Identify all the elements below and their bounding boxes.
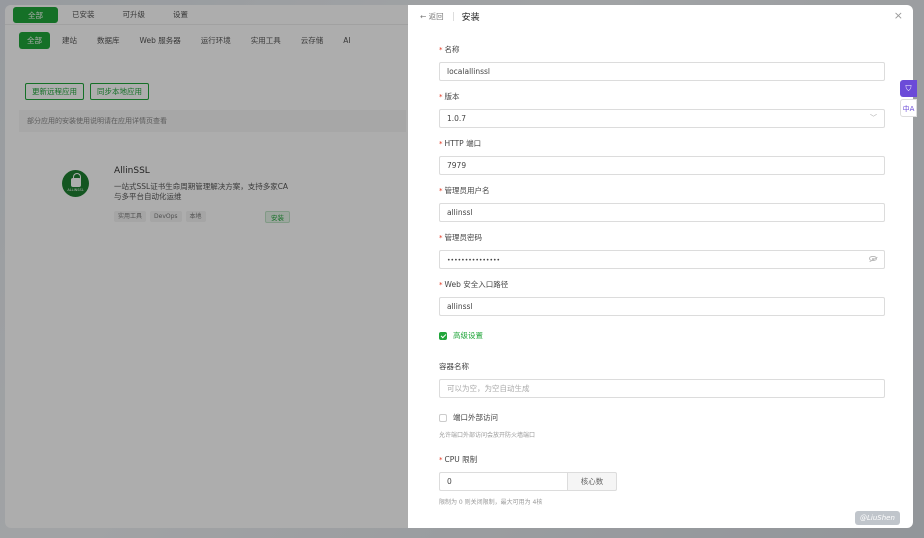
cpu-unit-label: 核心数 (567, 472, 617, 491)
eye-off-icon[interactable] (869, 256, 877, 261)
tab-settings[interactable]: 设置 (159, 7, 202, 23)
translate-icon[interactable]: 中A (900, 99, 917, 117)
http-port-input[interactable]: 7979 (439, 156, 885, 175)
notice-bar: 部分应用的安装使用说明请在应用详情页查看 (19, 110, 406, 132)
external-access-hint: 允许端口外部访问会放开防火墙端口 (439, 432, 536, 439)
logo-text: ALLINSSL (67, 188, 84, 192)
app-tags: 实用工具 DevOps 本地 (114, 211, 206, 222)
tag-devops: DevOps (150, 211, 182, 222)
category-web-server[interactable]: Web 服务器 (132, 32, 189, 49)
update-remote-apps-button[interactable]: 更新远程应用 (25, 83, 84, 100)
field-http-port: * HTTP 端口 7979 (439, 138, 886, 175)
container-name-input[interactable]: 可以为空，为空自动生成 (439, 379, 885, 398)
admin-password-label: 管理员密码 (444, 233, 483, 242)
app-card-allinssl[interactable]: ALLINSSL AllinSSL 一站式SSL证书生命周期管理解决方案，支持多… (45, 160, 315, 230)
install-form: * 名称 localallinssl * 版本 1.0.7 ﹀ * HTTP 端口 7… (408, 27, 913, 506)
install-drawer: ← 返回 安装 × * 名称 localallinssl * 版本 1.0.7 ﹀ … (408, 5, 913, 528)
external-access-toggle[interactable]: 端口外部访问 (439, 411, 886, 424)
sync-local-apps-button[interactable]: 同步本地应用 (90, 83, 149, 100)
version-label: 版本 (444, 92, 460, 101)
required-mark: * (439, 46, 443, 54)
shield-icon[interactable]: ⛉ (900, 80, 917, 97)
version-value: 1.0.7 (447, 114, 467, 123)
category-all[interactable]: 全部 (19, 31, 50, 49)
version-select[interactable]: 1.0.7 ﹀ (439, 109, 885, 128)
tab-upgradable[interactable]: 可升级 (109, 7, 160, 23)
advanced-settings-toggle[interactable]: 高级设置 (439, 329, 886, 342)
field-admin-password: * 管理员密码 ••••••••••••••• (439, 232, 886, 269)
tag-tools: 实用工具 (114, 211, 147, 222)
field-external-access: 端口外部访问 允许端口外部访问会放开防火墙端口 (439, 411, 886, 439)
http-port-label: HTTP 端口 (444, 139, 482, 148)
category-website[interactable]: 建站 (54, 32, 85, 49)
admin-password-input[interactable]: ••••••••••••••• (439, 250, 885, 269)
web-path-label: Web 安全入口路径 (444, 280, 509, 289)
required-mark: * (439, 93, 443, 101)
app-name: AllinSSL (114, 166, 150, 176)
cpu-limit-hint: 限制为 0 则关闭限制，最大可用为 4核 (439, 499, 543, 506)
cpu-limit-input[interactable]: 0 (439, 472, 567, 491)
app-description: 一站式SSL证书生命周期管理解决方案，支持多家CA与多平台自动化运维 (114, 182, 289, 201)
container-name-label: 容器名称 (439, 362, 469, 371)
category-ai[interactable]: AI (335, 32, 358, 49)
password-value: ••••••••••••••• (447, 257, 501, 264)
field-name: * 名称 localallinssl (439, 44, 886, 81)
external-access-label: 端口外部访问 (453, 413, 498, 422)
required-mark: * (439, 187, 443, 195)
field-admin-user: * 管理员用户名 allinssl (439, 185, 886, 222)
required-mark: * (439, 140, 443, 148)
install-button[interactable]: 安装 (265, 211, 290, 223)
drawer-title: 安装 (461, 12, 480, 23)
field-web-path: * Web 安全入口路径 allinssl (439, 279, 886, 316)
tab-all[interactable]: 全部 (13, 6, 58, 23)
drawer-header: ← 返回 安装 × (408, 5, 913, 27)
floating-toolbar: ⛉ 中A (900, 80, 917, 120)
external-access-checkbox[interactable] (439, 413, 447, 422)
top-tab-bar: 全部 已安装 可升级 设置 (5, 5, 420, 25)
category-database[interactable]: 数据库 (89, 32, 128, 49)
advanced-checkbox[interactable] (439, 331, 447, 340)
tag-local: 本地 (185, 211, 206, 222)
cpu-limit-label: CPU 限制 (444, 455, 478, 464)
chevron-down-icon: ﹀ (870, 114, 877, 122)
category-bar: 全部 建站 数据库 Web 服务器 运行环境 实用工具 云存储 AI (5, 25, 420, 55)
category-cloud-storage[interactable]: 云存储 (293, 32, 332, 49)
required-mark: * (439, 281, 443, 289)
tab-installed[interactable]: 已安装 (58, 7, 109, 23)
web-path-input[interactable]: allinssl (439, 297, 885, 316)
name-label: 名称 (444, 45, 460, 54)
close-icon[interactable]: × (894, 9, 903, 22)
category-runtime[interactable]: 运行环境 (193, 32, 239, 49)
name-input[interactable]: localallinssl (439, 62, 885, 81)
required-mark: * (439, 234, 443, 242)
field-cpu-limit: * CPU 限制 0 核心数 限制为 0 则关闭限制，最大可用为 4核 (439, 454, 886, 506)
admin-user-label: 管理员用户名 (444, 186, 490, 195)
field-version: * 版本 1.0.7 ﹀ (439, 91, 886, 128)
back-button[interactable]: ← 返回 (420, 11, 444, 22)
category-tools[interactable]: 实用工具 (243, 32, 289, 49)
allinssl-logo: ALLINSSL (62, 170, 89, 197)
required-mark: * (439, 456, 443, 464)
lock-icon (70, 173, 81, 187)
app-store-panel: 全部 已安装 可升级 设置 全部 建站 数据库 Web 服务器 运行环境 实用工… (5, 5, 420, 528)
advanced-label: 高级设置 (453, 331, 483, 340)
header-divider (452, 11, 454, 21)
action-bar: 更新远程应用 同步本地应用 (5, 75, 420, 100)
admin-user-input[interactable]: allinssl (439, 203, 885, 222)
field-container-name: 容器名称 可以为空，为空自动生成 (439, 361, 886, 398)
watermark: @LiuShen (855, 511, 900, 525)
